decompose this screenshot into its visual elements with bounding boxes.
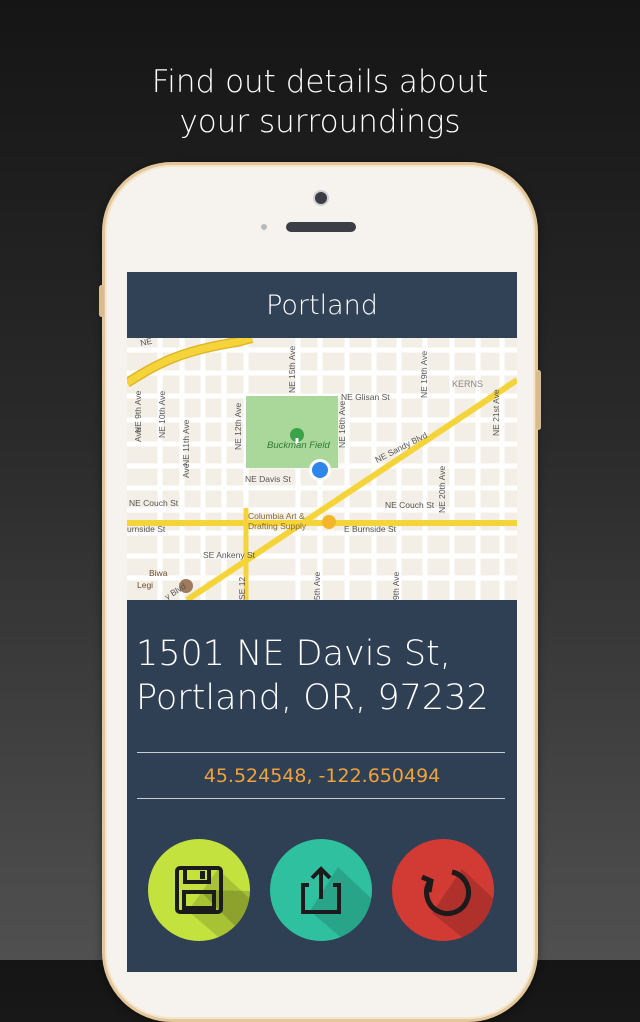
- divider-top: [137, 752, 505, 753]
- phone-side-button-right: [536, 370, 541, 430]
- promo-caption: Find out details about your surroundings: [0, 62, 640, 142]
- label-legin: Legi: [137, 580, 153, 590]
- label-ne-davis: NE Davis St: [245, 474, 291, 484]
- label-ne-couch-east: NE Couch St: [385, 500, 435, 510]
- label-buckman-field: Buckman Field: [267, 440, 331, 451]
- label-ne-9th: NE 9th Ave: [133, 390, 143, 433]
- label-ne-16th: NE 16th Ave: [337, 401, 347, 448]
- label-ne-12th: NE 12th Ave: [233, 403, 243, 450]
- shopping-pin-icon: [322, 515, 336, 529]
- refresh-icon: [420, 869, 494, 941]
- navigation-bar: Portland: [127, 272, 517, 338]
- phone-side-button-left: [99, 285, 104, 317]
- label-ne-19th: NE 19th Ave: [419, 351, 429, 398]
- label-e-burnside: E Burnside St: [344, 524, 397, 534]
- label-biwa: Biwa: [149, 568, 168, 578]
- label-se-12: SE 12: [237, 577, 247, 600]
- label-columbia-line2: Drafting Supply: [248, 521, 307, 531]
- promo-line-1: Find out details about: [151, 64, 489, 100]
- map-canvas[interactable]: NE Glisan St KERNS Buckman Field NE Davi…: [127, 338, 517, 600]
- save-button[interactable]: [148, 839, 250, 941]
- sensor-icon: [261, 224, 267, 230]
- label-ne-21st: NE 21st Ave: [491, 389, 501, 436]
- address-line-2: Portland, OR, 97232: [136, 678, 489, 718]
- save-icon: [175, 866, 250, 941]
- promo-line-2: your surroundings: [179, 104, 461, 140]
- label-kerns: KERNS: [452, 379, 483, 389]
- label-ne-glisan: NE Glisan St: [341, 392, 390, 402]
- divider-bottom: [137, 798, 505, 799]
- label-15th-south: 5th Ave: [312, 572, 322, 600]
- label-burnside-west: urnside St: [127, 524, 166, 534]
- earpiece-speaker: [286, 222, 356, 232]
- city-title: Portland: [266, 290, 378, 321]
- share-icon: [301, 866, 372, 941]
- label-columbia-line1: Columbia Art &: [248, 511, 305, 521]
- gps-coordinates: 45.524548, -122.650494: [203, 765, 441, 787]
- label-ne-20th: NE 20th Ave: [437, 466, 447, 513]
- label-ne-15th: NE 15th Ave: [287, 346, 297, 393]
- label-ne-couch-west: NE Couch St: [129, 498, 179, 508]
- map-view[interactable]: NE Glisan St KERNS Buckman Field NE Davi…: [127, 338, 517, 600]
- address-line-1: 1501 NE Davis St,: [136, 634, 451, 674]
- label-ave-b: Ave: [181, 463, 191, 478]
- share-button[interactable]: [270, 839, 372, 941]
- label-19th-south: 9th Ave: [391, 572, 401, 600]
- current-location-icon: [312, 462, 328, 478]
- refresh-button[interactable]: [392, 839, 494, 941]
- label-se-ankeny: SE Ankeny St: [203, 550, 256, 560]
- front-camera-icon: [315, 192, 327, 204]
- label-ave-a: Ave: [133, 427, 143, 442]
- label-ne-11th: NE 11th Ave: [181, 419, 191, 466]
- app-screen: Portland NE Glisan St KERNS Buckman Fiel…: [127, 272, 517, 972]
- street-address: 1501 NE Davis St, Portland, OR, 97232: [136, 632, 508, 720]
- label-ne-10th: NE 10th Ave: [157, 391, 167, 438]
